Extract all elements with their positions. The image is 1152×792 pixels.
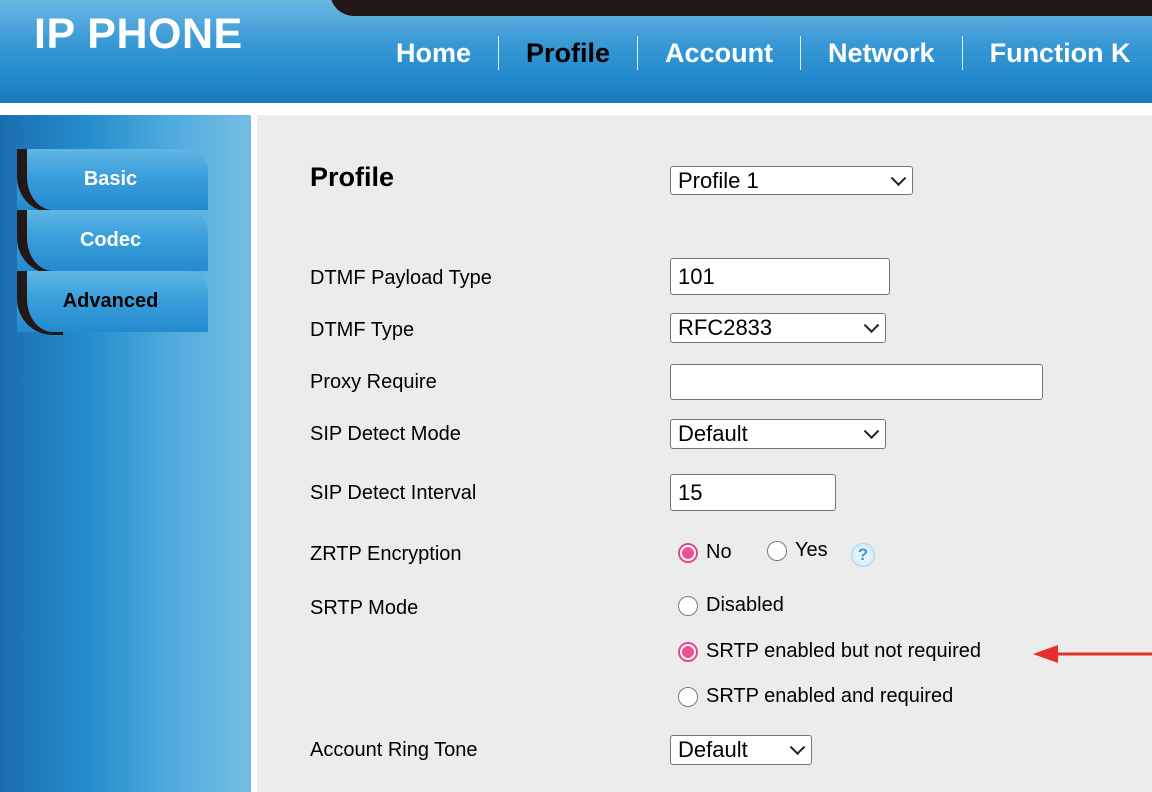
main-content: Profile Profile 1 DTMF Payload Type 101 … xyxy=(257,115,1152,792)
main-nav: Home Profile Account Network Function K xyxy=(380,36,1152,70)
sidebar: Basic Codec Advanced xyxy=(0,115,251,792)
srtp-option-optional[interactable]: SRTP enabled but not required xyxy=(678,640,981,663)
proxy-require-label: Proxy Require xyxy=(310,371,437,394)
dtmf-payload-type-input[interactable]: 101 xyxy=(670,258,890,295)
page-title: Profile xyxy=(310,162,394,193)
srtp-optional-radio[interactable] xyxy=(678,642,698,662)
chevron-down-icon xyxy=(891,170,907,186)
chevron-down-icon xyxy=(864,317,880,333)
srtp-mode-label: SRTP Mode xyxy=(310,597,418,620)
sip-detect-mode-select[interactable]: Default xyxy=(670,419,886,449)
chevron-down-icon xyxy=(790,739,806,755)
red-arrow-left-icon xyxy=(1033,645,1152,663)
sidebar-item-label: Advanced xyxy=(63,290,159,313)
profile-select[interactable]: Profile 1 xyxy=(670,166,913,195)
sidebar-item-advanced[interactable]: Advanced xyxy=(17,271,208,332)
account-ring-tone-select[interactable]: Default xyxy=(670,735,812,765)
sidebar-item-basic[interactable]: Basic xyxy=(17,149,208,210)
sidebar-item-codec[interactable]: Codec xyxy=(17,210,208,271)
header-dark-tab xyxy=(330,0,1152,16)
srtp-option-disabled[interactable]: Disabled xyxy=(678,594,784,617)
srtp-required-label: SRTP enabled and required xyxy=(706,685,953,708)
sip-detect-interval-label: SIP Detect Interval xyxy=(310,482,476,505)
srtp-option-required[interactable]: SRTP enabled and required xyxy=(678,685,953,708)
dtmf-payload-type-label: DTMF Payload Type xyxy=(310,267,492,290)
nav-tab-profile[interactable]: Profile xyxy=(498,36,637,70)
nav-tab-account[interactable]: Account xyxy=(637,36,800,70)
brand-logo: IP PHONE xyxy=(34,10,243,59)
srtp-optional-label: SRTP enabled but not required xyxy=(706,640,981,663)
nav-tab-function-keys[interactable]: Function K xyxy=(962,36,1152,70)
sip-detect-interval-input[interactable]: 15 xyxy=(670,474,836,511)
zrtp-no-label: No xyxy=(706,541,732,564)
nav-tab-home[interactable]: Home xyxy=(380,36,498,70)
chevron-down-icon xyxy=(864,423,880,439)
account-ring-tone-label: Account Ring Tone xyxy=(310,739,478,762)
srtp-disabled-radio[interactable] xyxy=(678,596,698,616)
proxy-require-input[interactable] xyxy=(670,364,1043,400)
zrtp-yes-label: Yes xyxy=(795,539,828,562)
profile-select-value: Profile 1 xyxy=(678,168,759,194)
sidebar-item-label: Codec xyxy=(80,229,141,252)
dtmf-type-value: RFC2833 xyxy=(678,315,772,341)
nav-tab-network[interactable]: Network xyxy=(800,36,962,70)
srtp-required-radio[interactable] xyxy=(678,687,698,707)
sip-detect-interval-value: 15 xyxy=(678,480,702,506)
dtmf-type-select[interactable]: RFC2833 xyxy=(670,313,886,343)
account-ring-tone-value: Default xyxy=(678,737,748,763)
zrtp-encryption-label: ZRTP Encryption xyxy=(310,543,462,566)
zrtp-no-radio[interactable] xyxy=(678,543,698,563)
dtmf-type-label: DTMF Type xyxy=(310,319,414,342)
sip-detect-mode-value: Default xyxy=(678,421,748,447)
sidebar-item-label: Basic xyxy=(84,168,137,191)
zrtp-option-no[interactable]: No xyxy=(678,541,732,564)
zrtp-option-yes[interactable]: Yes xyxy=(767,539,828,562)
question-mark-icon[interactable]: ? xyxy=(851,543,875,567)
zrtp-yes-radio[interactable] xyxy=(767,541,787,561)
sip-detect-mode-label: SIP Detect Mode xyxy=(310,423,461,446)
dtmf-payload-type-value: 101 xyxy=(678,264,715,290)
header-divider xyxy=(0,103,1152,115)
header: IP PHONE Home Profile Account Network Fu… xyxy=(0,0,1152,103)
srtp-disabled-label: Disabled xyxy=(706,594,784,617)
